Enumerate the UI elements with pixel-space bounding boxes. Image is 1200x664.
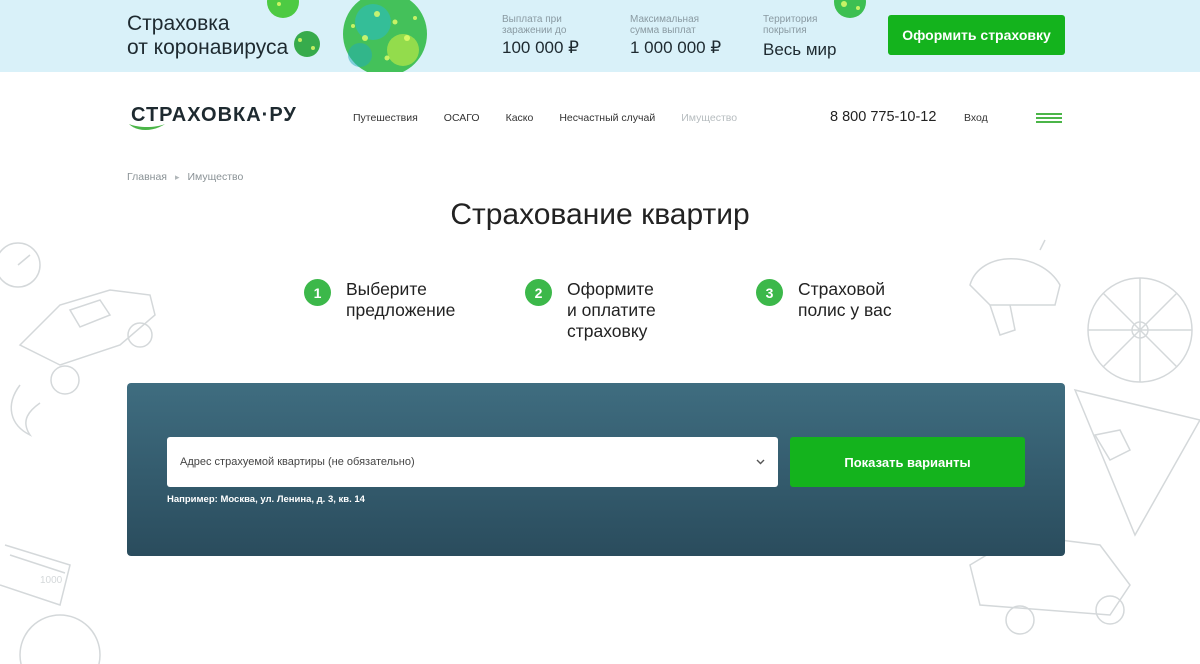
step-text-line: Выберите <box>346 279 427 299</box>
logo-text: СТРАХОВКА·РУ <box>131 104 297 126</box>
page-title: Страхование квартир <box>450 198 750 231</box>
nav-item-kasko[interactable]: Каско <box>506 112 534 124</box>
svg-text:1000: 1000 <box>40 575 63 586</box>
stat-label-line1: Выплата при <box>502 14 562 25</box>
stat-label-line2: покрытия <box>763 25 807 36</box>
step-number: 1 <box>304 279 331 306</box>
promo-stat-payout: Выплата при заражении до 100 000 ₽ <box>502 14 602 58</box>
stat-label-line1: Максимальная <box>630 14 700 25</box>
login-link[interactable]: Вход <box>964 112 988 124</box>
step-1: 1 Выберите предложение <box>304 279 486 321</box>
stat-value: Весь мир <box>763 40 837 59</box>
step-text-line: Оформите <box>567 279 654 299</box>
address-hint: Например: Москва, ул. Ленина, д. 3, кв. … <box>167 494 365 505</box>
stat-value: 1 000 000 ₽ <box>630 38 722 57</box>
step-2: 2 Оформите и оплатите страховку <box>525 279 707 342</box>
stat-label: Максимальная сумма выплат <box>630 14 730 36</box>
main-nav: Путешествия ОСАГО Каско Несчастный случа… <box>353 112 763 124</box>
site-header: СТРАХОВКА·РУ Путешествия ОСАГО Каско Нес… <box>0 72 1200 162</box>
step-text: Выберите предложение <box>346 279 486 321</box>
nav-item-accident[interactable]: Несчастный случай <box>559 112 655 124</box>
get-insurance-button[interactable]: Оформить страховку <box>888 15 1065 55</box>
stat-label-line1: Территория <box>763 14 818 25</box>
menu-burger-icon[interactable] <box>1036 113 1062 123</box>
stat-label: Территория покрытия <box>763 14 863 36</box>
logo[interactable]: СТРАХОВКА·РУ <box>127 104 312 134</box>
step-text-line: и оплатите <box>567 300 656 320</box>
search-panel: Адрес страхуемой квартиры (не обязательн… <box>127 383 1065 556</box>
breadcrumb-current: Имущество <box>187 171 244 183</box>
show-options-button[interactable]: Показать варианты <box>790 437 1025 487</box>
phone-number[interactable]: 8 800 775-10-12 <box>830 109 936 125</box>
address-select[interactable]: Адрес страхуемой квартиры (не обязательн… <box>167 437 778 487</box>
stat-label-line2: сумма выплат <box>630 25 696 36</box>
stat-value: 100 000 ₽ <box>502 38 579 57</box>
chevron-down-icon[interactable] <box>756 457 765 466</box>
chevron-right-icon: ▸ <box>174 171 180 182</box>
nav-item-osago[interactable]: ОСАГО <box>444 112 480 124</box>
virus-illustration <box>267 0 427 72</box>
step-number: 2 <box>525 279 552 306</box>
stat-label-line2: заражении до <box>502 25 567 36</box>
nav-item-travel[interactable]: Путешествия <box>353 112 418 124</box>
step-text-line: страховку <box>567 321 648 341</box>
address-placeholder: Адрес страхуемой квартиры (не обязательн… <box>180 456 415 468</box>
nav-item-property[interactable]: Имущество <box>681 112 737 124</box>
money-illustration: 1000 <box>0 544 101 664</box>
breadcrumb: Главная ▸ Имущество <box>127 171 243 183</box>
promo-banner[interactable]: Страховка от коронавируса Выплата при за… <box>0 0 1200 72</box>
step-text: Оформите и оплатите страховку <box>567 279 707 342</box>
step-text: Страховой полис у вас <box>798 279 938 321</box>
step-number: 3 <box>756 279 783 306</box>
breadcrumb-home[interactable]: Главная <box>127 171 167 183</box>
step-text-line: предложение <box>346 300 456 320</box>
step-text-line: Страховой <box>798 279 886 299</box>
promo-stat-territory: Территория покрытия Весь мир <box>763 14 863 60</box>
stat-label: Выплата при заражении до <box>502 14 602 36</box>
promo-stat-max-sum: Максимальная сумма выплат 1 000 000 ₽ <box>630 14 730 58</box>
step-3: 3 Страховой полис у вас <box>756 279 938 321</box>
step-text-line: полис у вас <box>798 300 892 320</box>
